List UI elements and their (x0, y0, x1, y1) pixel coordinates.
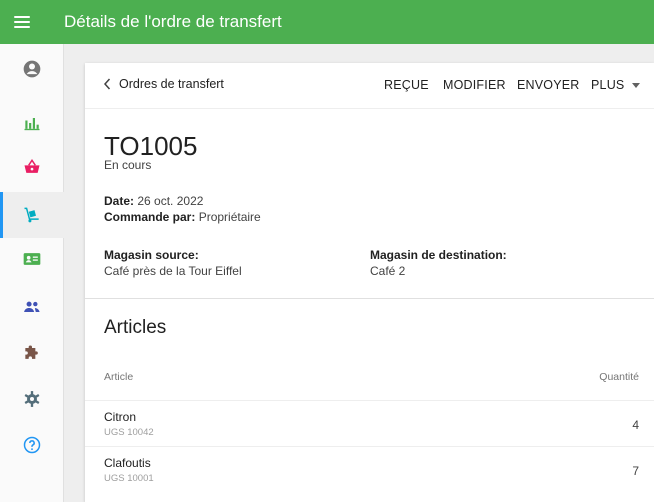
dolly-icon (24, 207, 39, 223)
source-store-value: Café près de la Tour Eiffel (104, 264, 242, 278)
sidebar-item-integrations[interactable] (0, 330, 64, 376)
send-button[interactable]: ENVOYER (517, 78, 580, 92)
article-name: Citron (104, 410, 137, 424)
destination-store-value: Café 2 (370, 264, 406, 278)
article-name: Clafoutis (104, 456, 151, 470)
page-title: Détails de l'ordre de transfert (64, 12, 282, 31)
articles-title: Articles (104, 317, 167, 338)
sidebar-item-reports[interactable] (0, 100, 64, 146)
ordered-by-label: Commande par: (104, 210, 196, 224)
back-link-label: Ordres de transfert (119, 77, 224, 91)
destination-store-label: Magasin de destination: (370, 248, 507, 262)
ordered-by-value: Propriétaire (198, 210, 261, 224)
column-header-article: Article (104, 371, 134, 383)
article-quantity: 4 (632, 418, 639, 432)
basket-icon (24, 158, 40, 173)
sidebar-item-settings[interactable] (0, 376, 64, 422)
ordered-by: Commande par: Propriétaire (104, 210, 261, 224)
table-row: Citron UGS 10042 4 (85, 400, 654, 446)
sidebar-item-inventory[interactable] (0, 192, 64, 238)
sidebar (0, 44, 64, 502)
puzzle-icon (25, 345, 38, 359)
article-quantity: 7 (632, 464, 639, 478)
transfer-order-card: Ordres de transfert REÇUE MODIFIER ENVOY… (85, 63, 654, 502)
people-icon (24, 301, 40, 312)
id-card-icon (23, 253, 41, 265)
date-value: 26 oct. 2022 (137, 194, 204, 208)
chevron-left-icon (103, 78, 111, 90)
edit-button[interactable]: MODIFIER (443, 78, 506, 92)
section-divider (85, 298, 654, 299)
received-button[interactable]: REÇUE (384, 78, 429, 92)
table-row: Clafoutis UGS 10001 7 (85, 446, 654, 492)
sidebar-item-account[interactable] (0, 46, 64, 92)
order-status: En cours (104, 158, 152, 172)
more-button[interactable]: PLUS (591, 78, 641, 92)
date-label: Date: (104, 194, 135, 208)
caret-down-icon (632, 82, 641, 88)
help-icon (23, 436, 41, 454)
back-to-transfer-orders-link[interactable]: Ordres de transfert (103, 77, 224, 91)
article-sku: UGS 10042 (104, 427, 154, 438)
bar-chart-icon (24, 118, 40, 131)
order-date: Date: 26 oct. 2022 (104, 194, 203, 208)
column-header-quantity: Quantité (599, 371, 639, 383)
article-sku: UGS 10001 (104, 473, 154, 484)
card-toolbar: Ordres de transfert REÇUE MODIFIER ENVOY… (85, 63, 654, 109)
sidebar-item-sales[interactable] (0, 144, 64, 190)
app-bar: Détails de l'ordre de transfert (0, 0, 654, 44)
menu-icon[interactable] (0, 0, 44, 44)
more-button-label: PLUS (591, 78, 625, 92)
sidebar-item-employees[interactable] (0, 284, 64, 330)
account-icon (23, 60, 41, 78)
sidebar-item-help[interactable] (0, 422, 64, 468)
sidebar-item-customers[interactable] (0, 236, 64, 282)
source-store-label: Magasin source: (104, 248, 199, 262)
gear-icon (24, 391, 40, 407)
